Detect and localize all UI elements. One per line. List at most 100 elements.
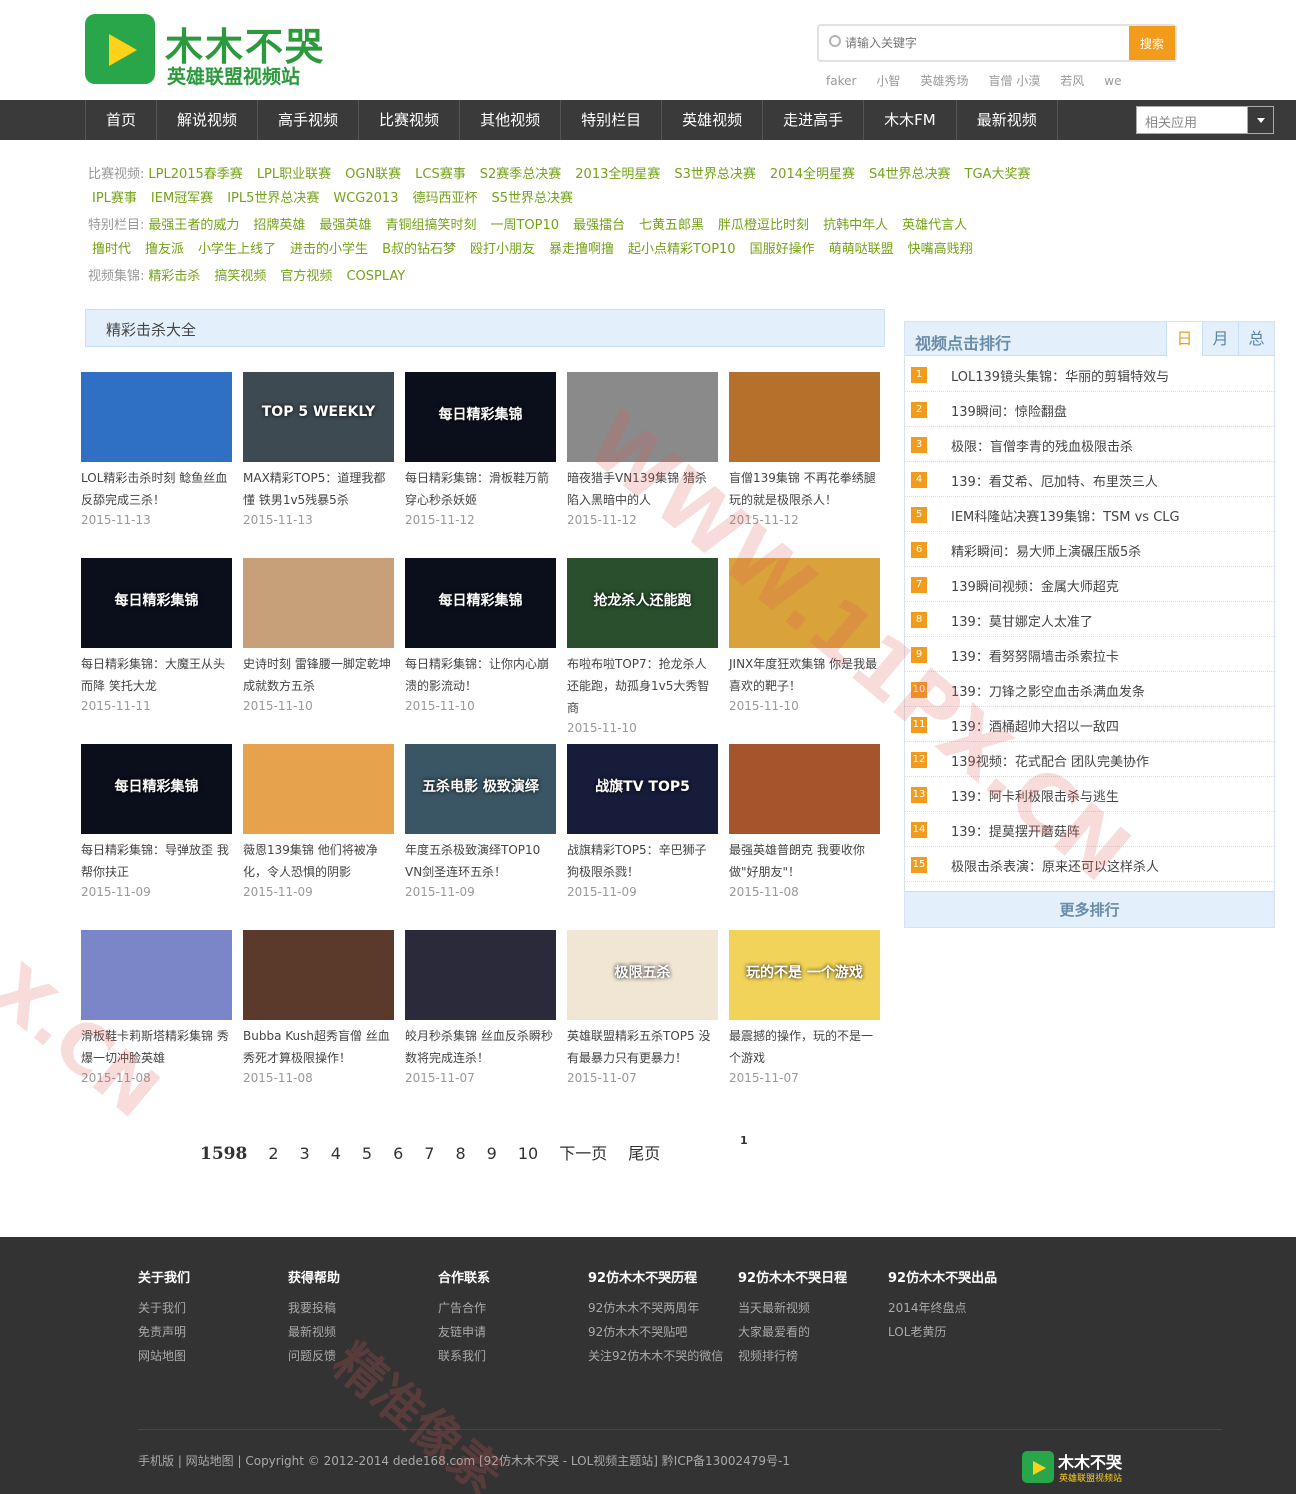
hot-keyword-link[interactable]: faker — [826, 74, 856, 88]
pagination-next-link[interactable]: 下一页 — [559, 1144, 607, 1163]
pagination-page-link[interactable]: 7 — [424, 1144, 434, 1163]
video-title-link[interactable]: 每日精彩集锦：让你内心崩溃的影流动！ — [405, 653, 556, 697]
match-tag-link[interactable]: LCS赛事 — [415, 167, 466, 182]
match-tag-link[interactable]: IPL5世界总决赛 — [227, 191, 319, 206]
special-tag-link[interactable]: 进击的小学生 — [290, 242, 368, 257]
video-title-link[interactable]: 英雄联盟精彩五杀TOP5 没有最暴力只有更暴力！ — [567, 1025, 718, 1069]
pagination-page-link[interactable]: 8 — [455, 1144, 465, 1163]
rank-item-link[interactable]: 139：莫甘娜定人太准了 — [951, 611, 1093, 630]
rank-item-link[interactable]: LOL139镜头集锦：华丽的剪辑特效与 — [951, 366, 1169, 385]
video-card[interactable]: 薇恩139集锦 他们将被净化，令人恐惧的阴影 2015-11-09 — [243, 744, 394, 901]
search-input[interactable] — [845, 32, 1125, 54]
video-title-link[interactable]: 布啦布啦TOP7：抢龙杀人还能跑，劫孤身1v5大秀智商 — [567, 653, 718, 719]
hot-keyword-link[interactable]: we — [1104, 74, 1121, 88]
footer-link[interactable]: 大家最爱看的 — [738, 1320, 888, 1344]
pagination-page-link[interactable]: 4 — [331, 1144, 341, 1163]
nav-item-6[interactable]: 英雄视频 — [662, 100, 764, 140]
pagination-page-link[interactable]: 9 — [487, 1144, 497, 1163]
video-card[interactable]: JINX年度狂欢集锦 你是我最喜欢的靶子！ 2015-11-10 — [729, 558, 880, 715]
video-card[interactable]: 玩的不是 一个游戏 最震撼的操作，玩的不是一个游戏 2015-11-07 — [729, 930, 880, 1087]
video-thumbnail[interactable] — [243, 744, 394, 834]
video-thumbnail[interactable] — [81, 930, 232, 1020]
nav-item-2[interactable]: 高手视频 — [258, 100, 360, 140]
video-thumbnail[interactable] — [729, 558, 880, 648]
collection-tag-link[interactable]: 精彩击杀 — [148, 269, 200, 284]
chevron-down-icon[interactable] — [1247, 107, 1273, 133]
rank-item[interactable]: 10 139：刀锋之影空血击杀满血发条 — [905, 672, 1274, 707]
video-title-link[interactable]: 每日精彩集锦：大魔王从头而降 笑托大龙 — [81, 653, 232, 697]
nav-item-3[interactable]: 比赛视频 — [359, 100, 461, 140]
rank-item[interactable]: 9 139：看努努隔墙击杀索拉卡 — [905, 637, 1274, 672]
special-tag-link[interactable]: B叔的钻石梦 — [382, 242, 456, 257]
footer-link[interactable]: 网站地图 — [138, 1344, 288, 1368]
footer-link[interactable]: 最新视频 — [288, 1320, 438, 1344]
video-card[interactable]: Bubba Kush超秀盲僧 丝血秀死才算极限操作！ 2015-11-08 — [243, 930, 394, 1087]
footer-logo[interactable]: 木木不哭 英雄联盟视频站 — [1022, 1449, 1132, 1485]
rank-item-link[interactable]: 精彩瞬间：易大师上演碾压版5杀 — [951, 541, 1141, 560]
rank-tab-total[interactable]: 总 — [1238, 322, 1274, 356]
footer-link[interactable]: 视频排行榜 — [738, 1344, 888, 1368]
video-title-link[interactable]: 滑板鞋卡莉斯塔精彩集锦 秀爆一切冲脸英雄 — [81, 1025, 232, 1069]
video-thumbnail[interactable] — [729, 744, 880, 834]
pagination-page-link[interactable]: 6 — [393, 1144, 403, 1163]
video-card[interactable]: LOL精彩击杀时刻 鲶鱼丝血反舔完成三杀！ 2015-11-13 — [81, 372, 232, 529]
nav-item-8[interactable]: 木木FM — [864, 100, 957, 140]
rank-item[interactable]: 6 精彩瞬间：易大师上演碾压版5杀 — [905, 532, 1274, 567]
match-tag-link[interactable]: 德玛西亚杯 — [412, 191, 477, 206]
special-tag-link[interactable]: 国服好操作 — [750, 242, 815, 257]
rank-item[interactable]: 2 139瞬间：惊险翻盘 — [905, 392, 1274, 427]
video-card[interactable]: 五杀电影 极致演绎 年度五杀极致演绎TOP10 VN剑圣连环五杀！ 2015-11-… — [405, 744, 556, 901]
video-card[interactable]: 每日精彩集锦 每日精彩集锦：导弹放歪 我帮你扶正 2015-11-09 — [81, 744, 232, 901]
video-title-link[interactable]: 战旗精彩TOP5：辛巴狮子狗极限杀戮！ — [567, 839, 718, 883]
special-tag-link[interactable]: 暴走撸啊撸 — [549, 242, 614, 257]
video-card[interactable]: 史诗时刻 雷锋腰一脚定乾坤成就数方五杀 2015-11-10 — [243, 558, 394, 715]
rank-item-link[interactable]: 139瞬间视频：金属大师超克 — [951, 576, 1119, 595]
video-title-link[interactable]: JINX年度狂欢集锦 你是我最喜欢的靶子！ — [729, 653, 880, 697]
rank-item-link[interactable]: 139：提莫摆开蘑菇阵 — [951, 821, 1080, 840]
rank-item[interactable]: 12 139视频：花式配合 团队完美协作 — [905, 742, 1274, 777]
video-thumbnail[interactable]: 玩的不是 一个游戏 — [729, 930, 880, 1020]
video-title-link[interactable]: 每日精彩集锦：导弹放歪 我帮你扶正 — [81, 839, 232, 883]
video-card[interactable]: 每日精彩集锦 每日精彩集锦：滑板鞋万箭穿心秒杀妖姬 2015-11-12 — [405, 372, 556, 529]
collection-tag-link[interactable]: 官方视频 — [280, 269, 332, 284]
footer-link[interactable]: 关于我们 — [138, 1296, 288, 1320]
hot-keyword-link[interactable]: 盲僧 小漠 — [988, 74, 1040, 88]
special-tag-link[interactable]: 小学生上线了 — [198, 242, 276, 257]
video-card[interactable]: TOP 5 WEEKLY MAX精彩TOP5：道理我都懂 铁男1v5残暴5杀 201… — [243, 372, 394, 529]
nav-item-1[interactable]: 解说视频 — [157, 100, 259, 140]
video-thumbnail[interactable]: TOP 5 WEEKLY — [243, 372, 394, 462]
special-tag-link[interactable]: 青铜组搞笑时刻 — [385, 218, 476, 233]
footer-link[interactable]: 2014年终盘点 — [888, 1296, 1038, 1320]
rank-item[interactable]: 15 极限击杀表演：原来还可以这样杀人 — [905, 847, 1274, 882]
footer-link[interactable]: 联系我们 — [438, 1344, 588, 1368]
video-card[interactable]: 最强英雄普朗克 我要收你做"好朋友"！ 2015-11-08 — [729, 744, 880, 901]
match-tag-link[interactable]: OGN联赛 — [345, 167, 401, 182]
rank-item-link[interactable]: IEM科隆站决赛139集锦：TSM vs CLG — [951, 506, 1180, 525]
rank-item[interactable]: 13 139：阿卡利极限击杀与逃生 — [905, 777, 1274, 812]
footer-link[interactable]: 广告合作 — [438, 1296, 588, 1320]
video-thumbnail[interactable] — [405, 930, 556, 1020]
nav-item-0[interactable]: 首页 — [85, 100, 158, 140]
special-tag-link[interactable]: 快嘴高贱翔 — [908, 242, 973, 257]
video-thumbnail[interactable] — [729, 372, 880, 462]
footer-link[interactable]: 92仿木木不哭两周年 — [588, 1296, 738, 1320]
rank-item-link[interactable]: 139瞬间：惊险翻盘 — [951, 401, 1067, 420]
video-title-link[interactable]: 薇恩139集锦 他们将被净化，令人恐惧的阴影 — [243, 839, 394, 883]
footer-link[interactable]: 92仿木木不哭贴吧 — [588, 1320, 738, 1344]
search-button[interactable]: 搜索 — [1129, 26, 1175, 60]
special-tag-link[interactable]: 撸时代 — [92, 242, 131, 257]
related-apps-select[interactable]: 相关应用 — [1136, 106, 1274, 134]
video-thumbnail[interactable]: 战旗TV TOP5 — [567, 744, 718, 834]
rank-item[interactable]: 14 139：提莫摆开蘑菇阵 — [905, 812, 1274, 847]
video-title-link[interactable]: 每日精彩集锦：滑板鞋万箭穿心秒杀妖姬 — [405, 467, 556, 511]
rank-tab-day[interactable]: 日 — [1166, 322, 1202, 357]
match-tag-link[interactable]: LPL职业联赛 — [257, 167, 331, 182]
video-card[interactable]: 暗夜猎手VN139集锦 猎杀陷入黑暗中的人 2015-11-12 — [567, 372, 718, 529]
pagination-page-link[interactable]: 3 — [300, 1144, 310, 1163]
rank-item-link[interactable]: 极限击杀表演：原来还可以这样杀人 — [951, 856, 1159, 875]
rank-item[interactable]: 3 极限：盲僧李青的残血极限击杀 — [905, 427, 1274, 462]
pagination-page-link[interactable]: 5 — [362, 1144, 372, 1163]
hot-keyword-link[interactable]: 英雄秀场 — [920, 74, 968, 88]
footer-link[interactable]: 问题反馈 — [288, 1344, 438, 1368]
footer-link[interactable]: 我要投稿 — [288, 1296, 438, 1320]
